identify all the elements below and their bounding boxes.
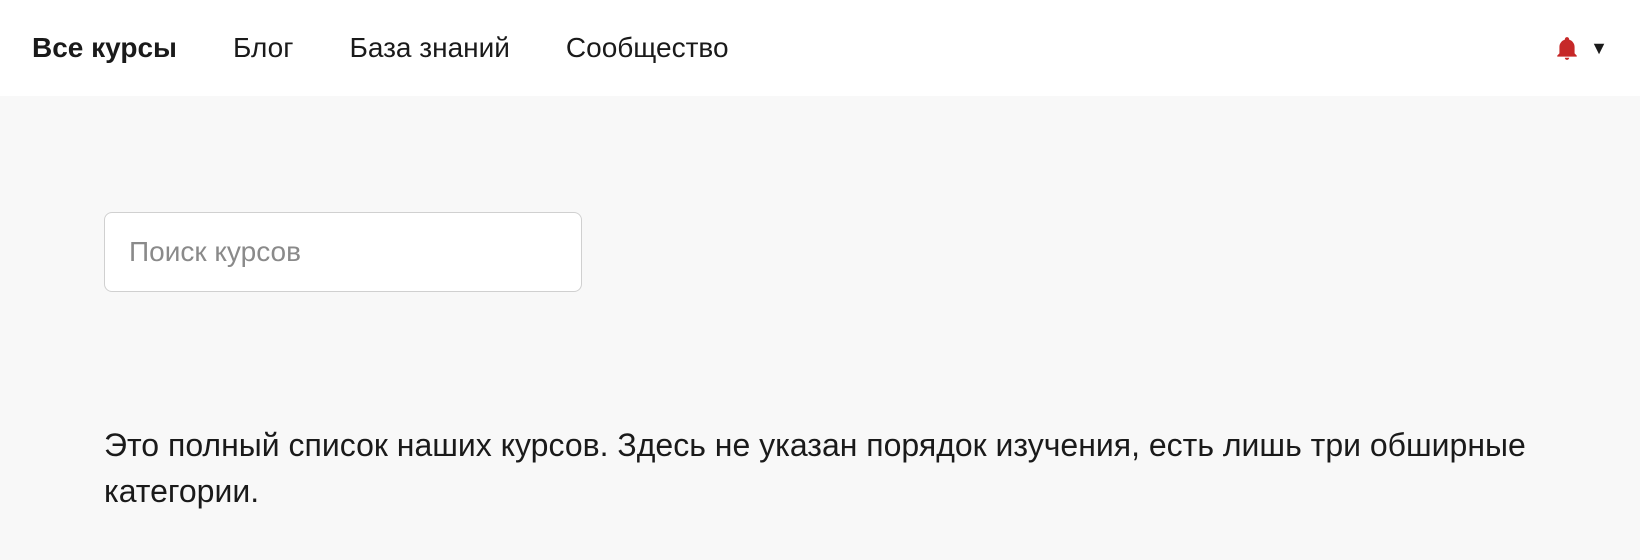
nav-item-blog[interactable]: Блог	[233, 32, 294, 64]
nav-item-community[interactable]: Сообщество	[566, 32, 729, 64]
chevron-down-icon: ▼	[1590, 39, 1608, 57]
notifications-menu[interactable]: ▼	[1554, 34, 1608, 62]
nav-item-all-courses[interactable]: Все курсы	[32, 32, 177, 64]
nav-item-knowledge-base[interactable]: База знаний	[349, 32, 509, 64]
page-description: Это полный список наших курсов. Здесь не…	[104, 422, 1544, 515]
header: Все курсы Блог База знаний Сообщество ▼	[0, 0, 1640, 96]
main-content: Это полный список наших курсов. Здесь не…	[0, 96, 1640, 560]
search-input[interactable]	[104, 212, 582, 292]
bell-icon	[1554, 34, 1580, 62]
main-nav: Все курсы Блог База знаний Сообщество	[32, 32, 729, 64]
